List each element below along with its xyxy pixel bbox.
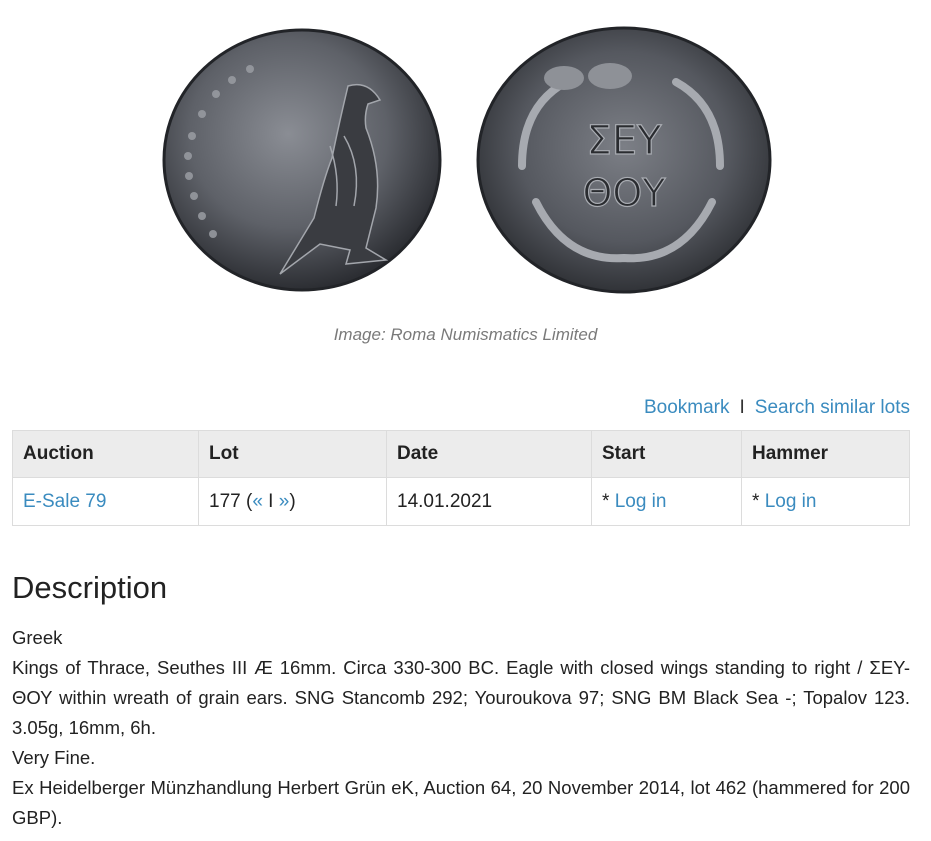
next-lot-link[interactable]: » — [279, 491, 290, 512]
auction-link[interactable]: E-Sale 79 — [23, 491, 106, 512]
coin-reverse: ΣΕΥ ΘΟΥ — [476, 26, 772, 294]
table-header-row: Auction Lot Date Start Hammer — [12, 430, 910, 478]
description-category: Greek — [12, 627, 63, 648]
header-start: Start — [591, 430, 742, 478]
cell-start: * Log in — [591, 477, 742, 526]
hammer-prefix: * — [752, 490, 765, 512]
lot-close-paren: ) — [289, 490, 296, 512]
table-row: E-Sale 79 177 (« I ») 14.01.2021 * Log i… — [12, 477, 910, 526]
lot-nav-separator: I — [262, 490, 279, 512]
description-grade: Very Fine. — [12, 747, 96, 768]
hammer-login-link[interactable]: Log in — [765, 491, 817, 512]
lot-actions: Bookmark I Search similar lots — [644, 397, 910, 419]
lot-table: Auction Lot Date Start Hammer E-Sale 79 … — [12, 430, 910, 526]
search-similar-link[interactable]: Search similar lots — [755, 397, 910, 418]
coin-image[interactable]: ΣΕΥ ΘΟΥ — [160, 26, 772, 298]
description-body: Greek Kings of Thrace, Seuthes III Æ 16m… — [12, 623, 910, 833]
reverse-legend-top: ΣΕΥ — [587, 118, 663, 164]
description-provenance: Ex Heidelberger Münzhandlung Herbert Grü… — [12, 777, 910, 828]
header-date: Date — [386, 430, 592, 478]
actions-separator: I — [739, 397, 745, 418]
cell-lot: 177 (« I ») — [198, 477, 387, 526]
description-title: Description — [12, 570, 168, 605]
header-lot: Lot — [198, 430, 387, 478]
image-caption: Image: Roma Numismatics Limited — [333, 325, 598, 344]
header-hammer: Hammer — [741, 430, 910, 478]
cell-auction: E-Sale 79 — [12, 477, 199, 526]
lot-number: 177 ( — [209, 490, 253, 512]
start-login-link[interactable]: Log in — [615, 491, 667, 512]
cell-hammer: * Log in — [741, 477, 910, 526]
description-text: Kings of Thrace, Seuthes III Æ 16mm. Cir… — [12, 657, 910, 738]
prev-lot-link[interactable]: « — [252, 491, 263, 512]
header-auction: Auction — [12, 430, 199, 478]
cell-date: 14.01.2021 — [386, 477, 592, 526]
coin-obverse — [162, 28, 442, 292]
start-prefix: * — [602, 490, 615, 512]
reverse-legend-bottom: ΘΟΥ — [582, 171, 666, 215]
bookmark-link[interactable]: Bookmark — [644, 397, 730, 418]
